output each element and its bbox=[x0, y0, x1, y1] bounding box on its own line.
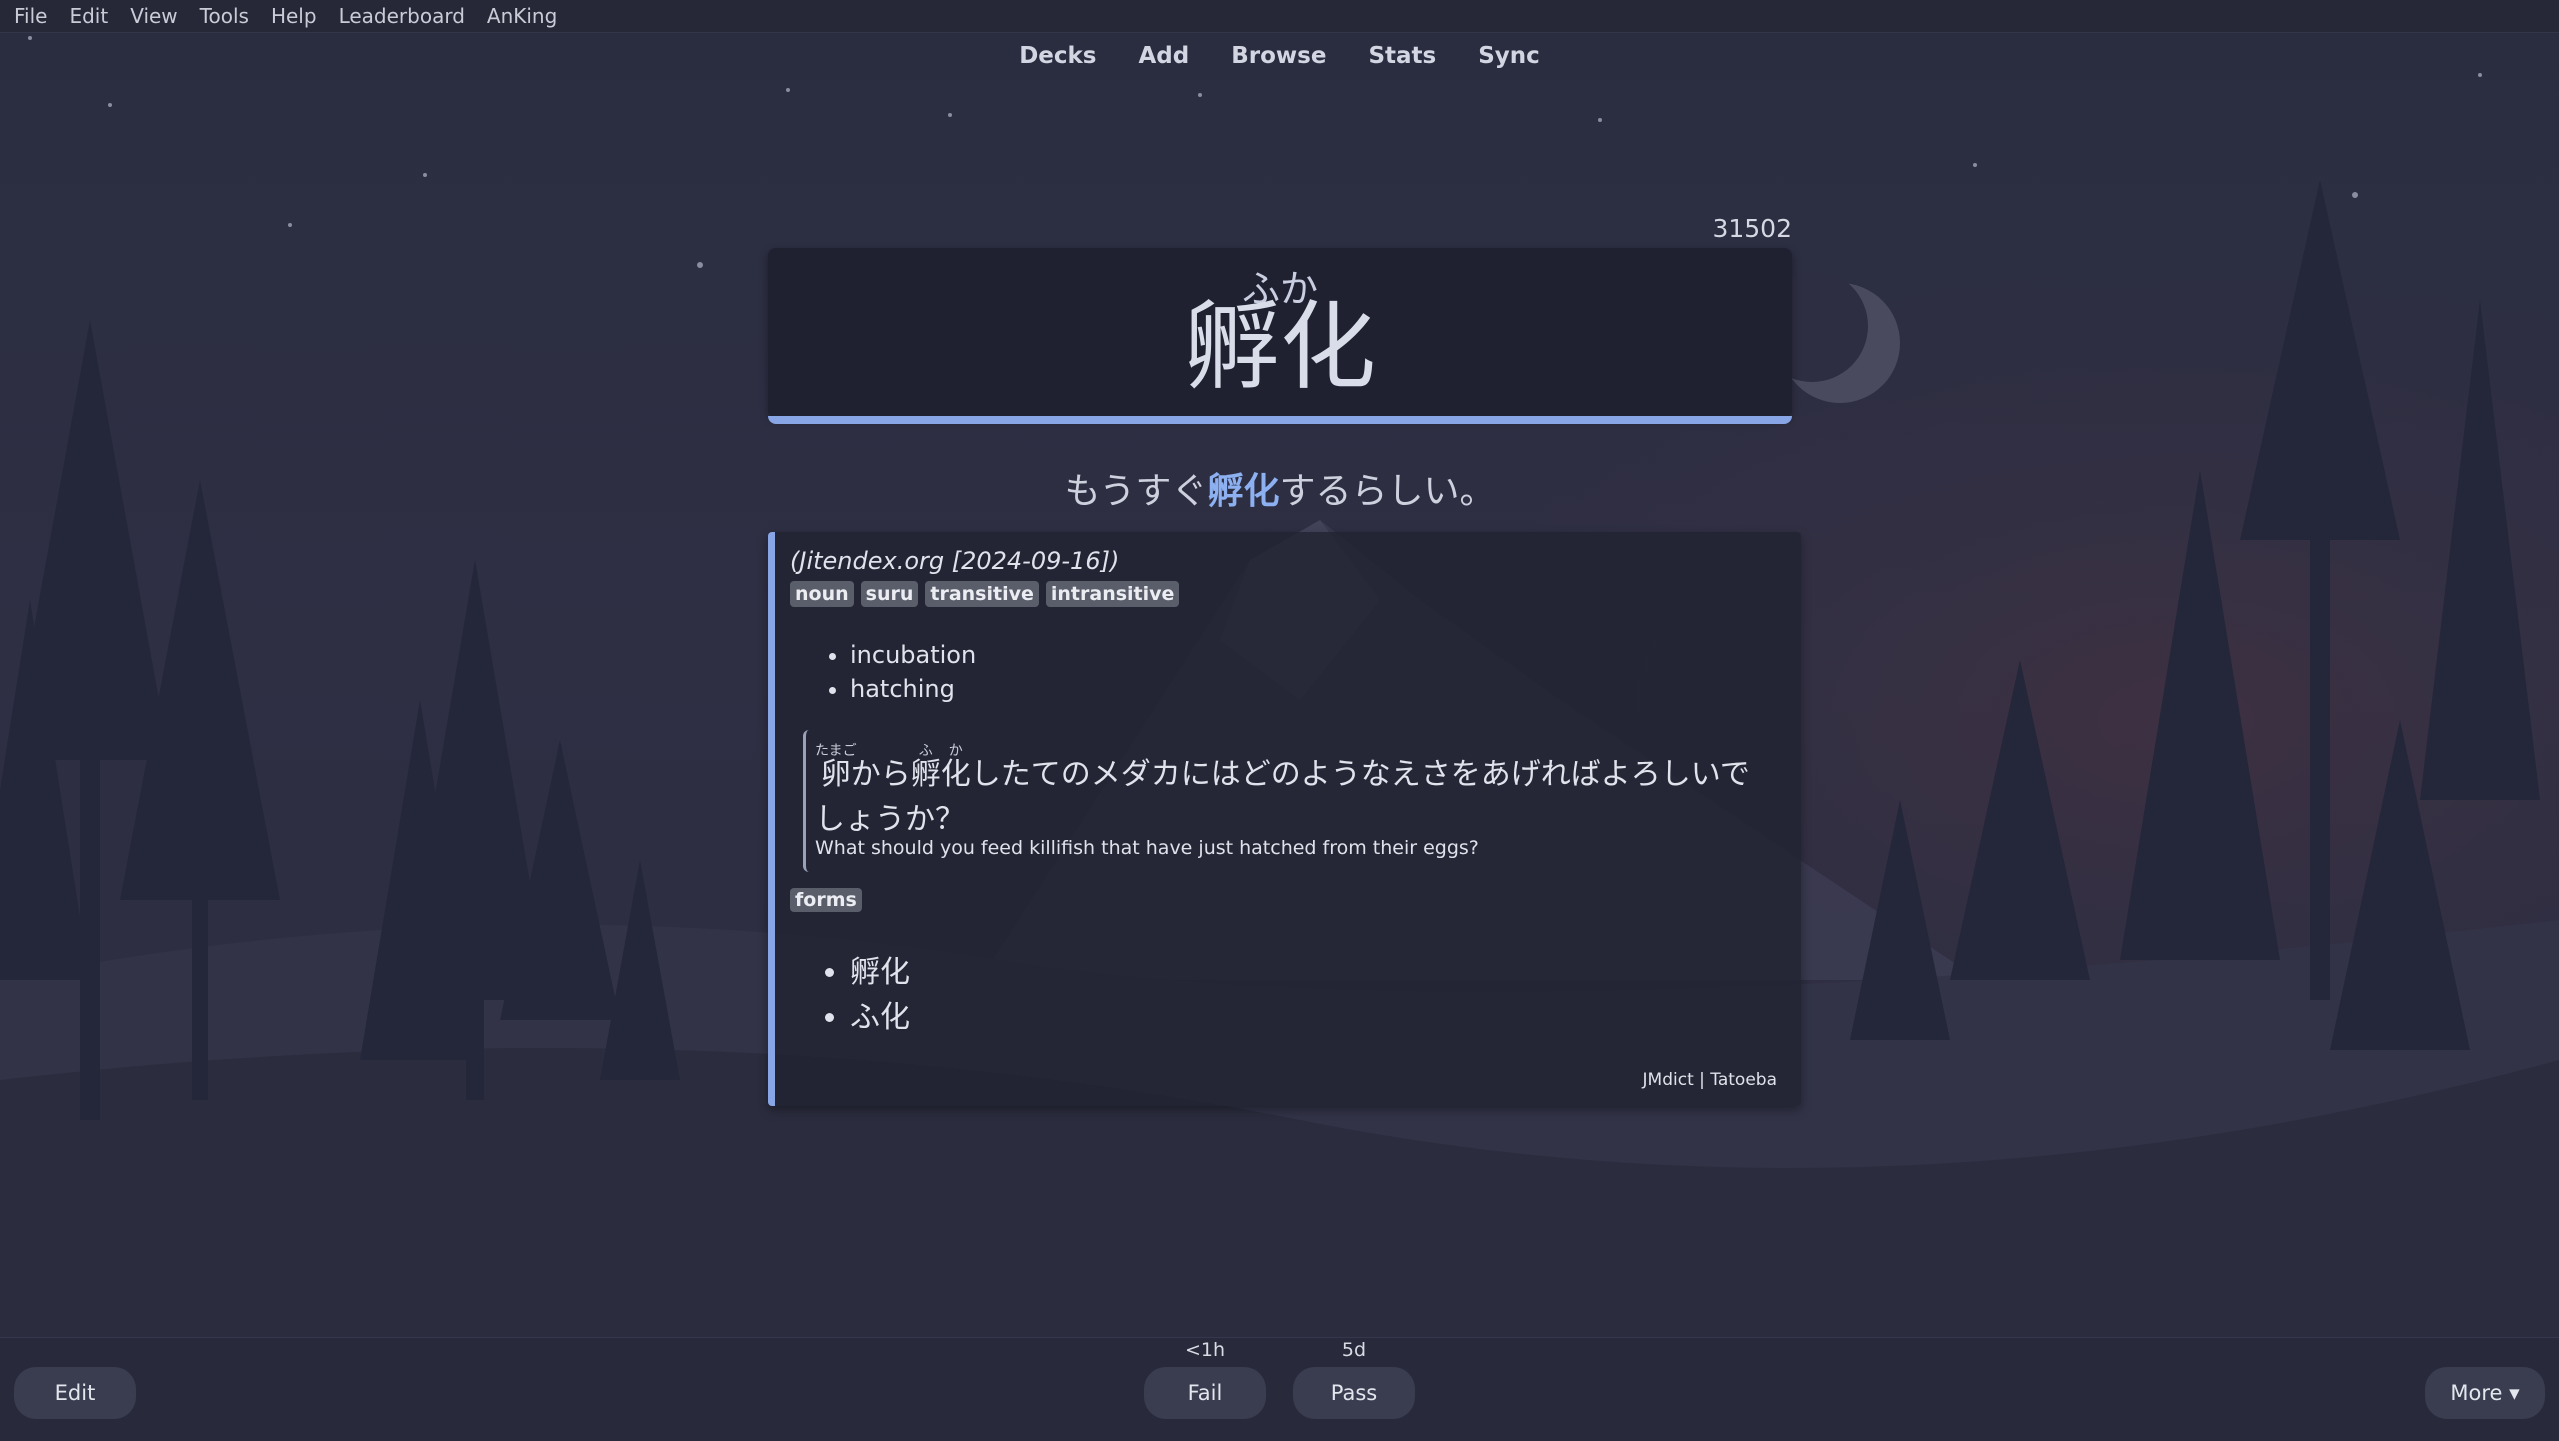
tag-forms: forms bbox=[790, 888, 862, 912]
toolbar-add[interactable]: Add bbox=[1118, 43, 1211, 69]
tag-transitive: transitive bbox=[925, 581, 1039, 607]
example-english: What should you feed killifish that have… bbox=[815, 837, 1479, 859]
furigana: か bbox=[940, 743, 971, 759]
pass-button[interactable]: Pass bbox=[1293, 1367, 1415, 1419]
furigana: たまご bbox=[815, 743, 857, 759]
example-kanji: 化 bbox=[940, 757, 971, 792]
answer-bar bbox=[0, 1337, 2559, 1441]
form-item: ふ化 bbox=[850, 995, 910, 1040]
example-text: から bbox=[850, 757, 911, 792]
menu-edit[interactable]: Edit bbox=[69, 4, 108, 28]
furigana: ふ bbox=[910, 743, 941, 759]
fail-button[interactable]: Fail bbox=[1144, 1367, 1266, 1419]
edit-button[interactable]: Edit bbox=[14, 1367, 136, 1419]
forms-label: forms bbox=[790, 888, 862, 912]
more-button[interactable]: More ▾ bbox=[2425, 1367, 2545, 1419]
main-toolbar: Decks Add Browse Stats Sync bbox=[0, 32, 2559, 80]
word-kanji: 孵化 bbox=[1184, 291, 1376, 403]
definition-attribution: JMdict | Tatoeba bbox=[1642, 1070, 1777, 1090]
ruby-ka: 化か bbox=[940, 743, 971, 792]
tag-noun: noun bbox=[790, 581, 854, 607]
sentence-highlight: 孵化 bbox=[1207, 471, 1280, 512]
gloss-list: incubation hatching bbox=[820, 638, 976, 706]
part-of-speech-tags: noun suru transitive intransitive bbox=[790, 581, 1180, 607]
example-kanji: 孵 bbox=[910, 757, 941, 792]
fail-due-label: <1h bbox=[1184, 1339, 1226, 1361]
example-japanese: 卵たまごから孵ふ化かしたてのメダカにはどのようなえさをあげればよろしいでしょうか… bbox=[815, 743, 1765, 842]
toolbar-decks[interactable]: Decks bbox=[998, 43, 1117, 69]
menu-file[interactable]: File bbox=[14, 4, 47, 28]
toolbar-browse[interactable]: Browse bbox=[1210, 43, 1347, 69]
sentence-before: もうすぐ bbox=[1064, 471, 1208, 512]
menu-leaderboard[interactable]: Leaderboard bbox=[339, 4, 465, 28]
form-item: 孵化 bbox=[850, 950, 910, 995]
toolbar-stats[interactable]: Stats bbox=[1347, 43, 1457, 69]
pass-due-label: 5d bbox=[1341, 1339, 1367, 1361]
ruby-tamago: 卵たまご bbox=[815, 743, 857, 792]
word-underline bbox=[768, 416, 1792, 424]
tag-suru: suru bbox=[860, 581, 919, 607]
ruby-fu: 孵ふ bbox=[910, 743, 941, 792]
definition-source: (Jitendex.org [2024-09-16]) bbox=[790, 547, 1120, 575]
menu-help[interactable]: Help bbox=[271, 4, 317, 28]
card-number: 31502 bbox=[1712, 214, 1792, 243]
menu-view[interactable]: View bbox=[130, 4, 177, 28]
gloss-item: incubation bbox=[850, 638, 976, 672]
gloss-item: hatching bbox=[850, 672, 976, 706]
menu-bar: File Edit View Tools Help Leaderboard An… bbox=[0, 0, 2559, 33]
sentence-after: するらしい。 bbox=[1279, 471, 1496, 512]
tag-intransitive: intransitive bbox=[1045, 581, 1180, 607]
menu-anking[interactable]: AnKing bbox=[487, 4, 557, 28]
example-sentence: もうすぐ孵化するらしい。 bbox=[768, 462, 1792, 514]
toolbar-sync[interactable]: Sync bbox=[1457, 43, 1561, 69]
forms-list: 孵化 ふ化 bbox=[820, 950, 910, 1040]
menu-tools[interactable]: Tools bbox=[200, 4, 249, 28]
